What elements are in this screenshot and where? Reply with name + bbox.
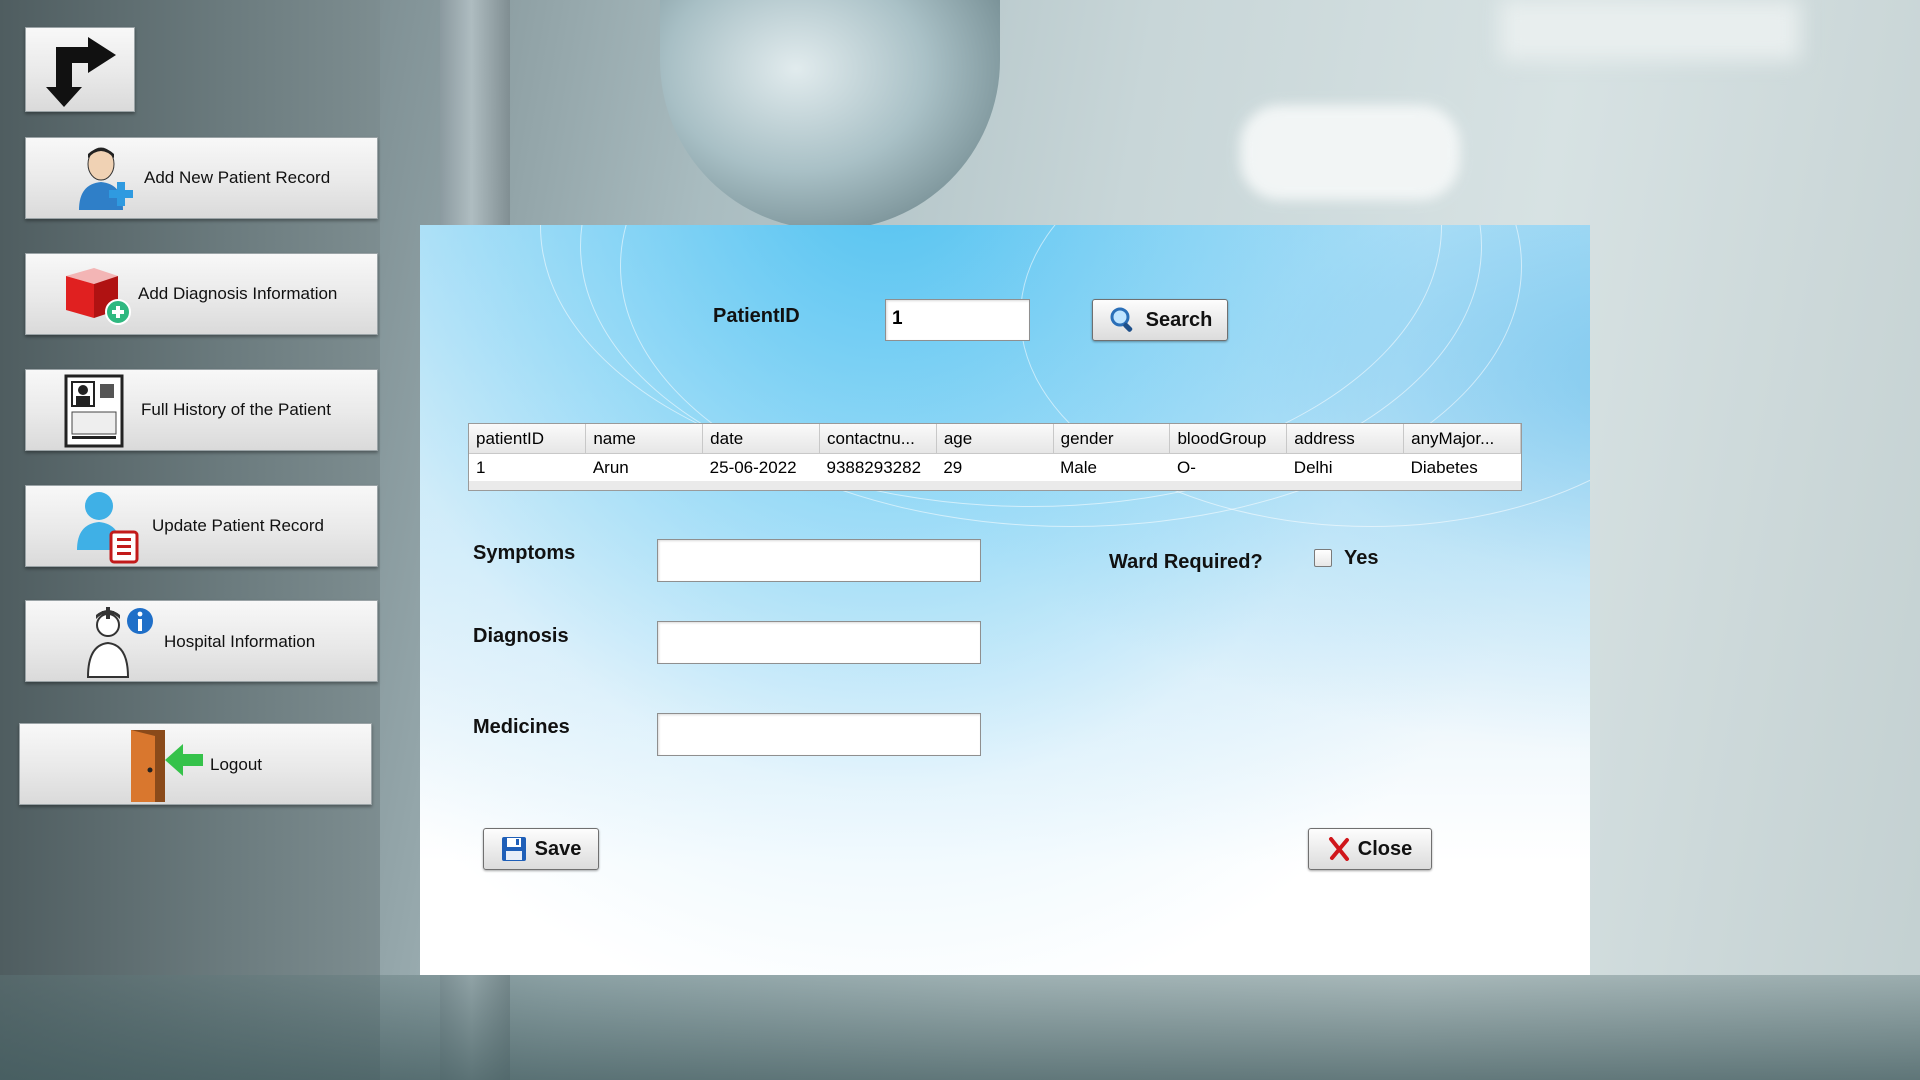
table-cell: 29 [936,453,1054,481]
background-iv-bottle [660,0,1000,230]
table-cell: Male [1053,453,1170,481]
symptoms-input[interactable] [657,539,981,582]
patient-id-input[interactable]: 1 [885,299,1030,341]
add-patient-icon [79,147,133,210]
ward-yes-label: Yes [1344,547,1379,569]
column-header[interactable]: date [702,424,820,454]
sidebar-item-label: Full History of the Patient [141,400,331,419]
diagnosis-input[interactable] [657,621,981,664]
close-button[interactable]: Close [1308,828,1432,870]
save-button[interactable]: Save [483,828,599,870]
diagnosis-panel: PatientID 1 Search patientID name date c… [420,225,1590,975]
ward-required-checkbox[interactable] [1314,549,1332,567]
hospital-info-icon [86,607,153,678]
table-cell: Arun [585,453,703,481]
logout-door-icon [131,730,203,802]
table-cell: Delhi [1286,453,1404,481]
sidebar-item-update-patient-record[interactable]: Update Patient Record [25,485,378,567]
swap-arrows-icon [46,36,116,107]
patient-results-table[interactable]: patientID name date contactnu... age gen… [468,423,1522,491]
column-header[interactable]: contactnu... [819,424,937,454]
swap-arrows-button[interactable] [25,27,135,112]
diagnosis-label: Diagnosis [473,625,569,647]
column-header[interactable]: name [585,424,704,454]
sidebar-item-label: Logout [210,755,262,774]
sidebar-item-label: Update Patient Record [152,516,324,535]
column-header[interactable]: gender [1053,424,1171,454]
close-x-icon [1328,837,1349,861]
column-header[interactable]: patientID [469,424,587,454]
patient-id-label: PatientID [713,305,800,327]
sidebar-item-label: Add New Patient Record [144,168,331,187]
table-cell: Diabetes [1403,453,1521,481]
sidebar-item-hospital-information[interactable]: Hospital Information [25,600,378,682]
table-row[interactable]: 1 Arun 25-06-2022 9388293282 29 Male O- … [469,453,1521,481]
search-button-label: Search [1145,308,1213,331]
sidebar-item-label: Hospital Information [164,632,316,651]
search-button[interactable]: Search [1092,299,1228,341]
sidebar-item-full-history[interactable]: Full History of the Patient [25,369,378,451]
table-cell: O- [1169,453,1287,481]
update-record-icon [77,492,139,564]
floppy-disk-icon [501,837,526,861]
search-icon [1110,307,1132,332]
table-header-row: patientID name date contactnu... age gen… [469,424,1521,454]
add-diagnosis-icon [66,268,131,325]
sidebar-item-add-diagnosis-information[interactable]: Add Diagnosis Information [25,253,378,335]
sidebar-item-label: Add Diagnosis Information [138,284,338,303]
close-button-label: Close [1357,837,1413,860]
column-header[interactable]: address [1286,424,1405,454]
medicines-label: Medicines [473,716,570,738]
background-ceiling-light [1240,105,1460,200]
logout-button[interactable]: Logout [19,723,372,805]
background-floor [0,975,1920,1080]
column-header[interactable]: bloodGroup [1169,424,1288,454]
column-header[interactable]: age [936,424,1054,454]
sidebar-item-add-new-patient-record[interactable]: Add New Patient Record [25,137,378,219]
background-ceiling-light [1500,0,1800,60]
column-header[interactable]: anyMajor... [1403,424,1521,454]
patient-history-icon [64,374,124,448]
table-cell: 9388293282 [819,453,937,481]
ward-required-label: Ward Required? [1109,551,1263,573]
save-button-label: Save [534,837,582,860]
table-cell: 25-06-2022 [702,453,820,481]
medicines-input[interactable] [657,713,981,756]
table-cell: 1 [469,453,586,481]
symptoms-label: Symptoms [473,542,576,564]
